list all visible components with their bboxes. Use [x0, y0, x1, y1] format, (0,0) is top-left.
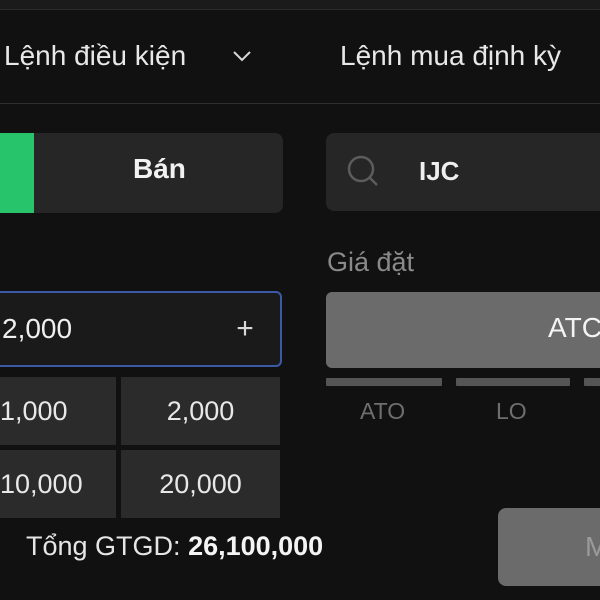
quantity-increment-button[interactable]: + — [230, 312, 260, 346]
submit-button-label[interactable]: M — [585, 531, 600, 563]
tab-conditional-order[interactable]: Lệnh điều kiện — [4, 40, 254, 72]
quantity-value[interactable]: 2,000 — [2, 313, 72, 345]
price-type-indicator — [584, 378, 600, 386]
buy-button[interactable] — [0, 133, 34, 213]
header-divider — [0, 103, 600, 104]
sell-button[interactable]: Bán — [133, 153, 186, 185]
total-label: Tổng GTGD: — [26, 531, 181, 561]
price-label: Giá đặt — [327, 247, 415, 277]
tab-periodic-buy[interactable]: Lệnh mua định kỳ — [340, 40, 561, 72]
quick-quantity-option[interactable]: 1,000 — [0, 377, 116, 445]
price-type-option-ato[interactable]: ATO — [360, 398, 405, 425]
chevron-down-icon[interactable] — [230, 44, 254, 68]
quick-quantity-option[interactable]: 10,000 — [0, 450, 116, 518]
search-icon — [347, 155, 378, 186]
price-type-indicator-lo — [456, 378, 570, 386]
top-bar — [0, 0, 600, 10]
total-trade-value: Tổng GTGD: 26,100,000 — [26, 531, 323, 562]
price-type-indicator-ato — [326, 378, 442, 386]
price-type-option-lo[interactable]: LO — [496, 398, 527, 425]
tab-conditional-order-label: Lệnh điều kiện — [4, 40, 187, 71]
quick-quantity-option[interactable]: 20,000 — [121, 450, 280, 518]
total-value: 26,100,000 — [188, 531, 324, 561]
price-type-value[interactable]: ATC — [548, 312, 600, 344]
quick-quantity-option[interactable]: 2,000 — [121, 377, 280, 445]
symbol-search-value[interactable]: IJC — [419, 156, 459, 187]
